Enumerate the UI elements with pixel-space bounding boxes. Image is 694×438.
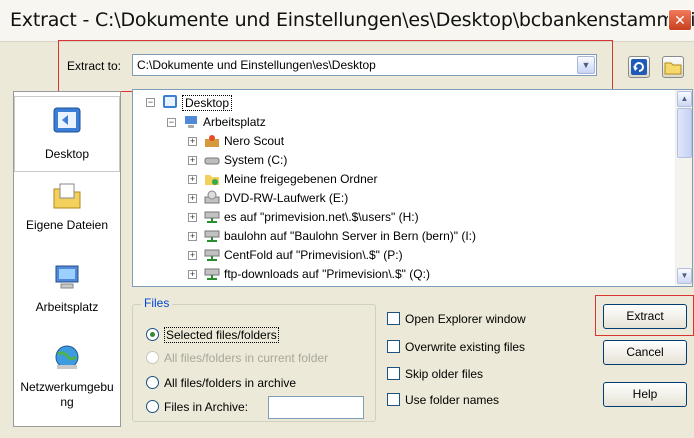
- extract-to-label: Extract to:: [67, 59, 122, 73]
- radio-button: [146, 351, 159, 364]
- place-label: Arbeitsplatz: [35, 300, 99, 314]
- radio-label: All files/folders in archive: [164, 376, 297, 390]
- computer-icon: [55, 265, 79, 289]
- extract-button[interactable]: Extract: [603, 304, 687, 329]
- tree-row[interactable]: + CentFold auf "Primevision\.$" (P:): [133, 247, 673, 266]
- place-documents[interactable]: Eigene Dateien: [14, 176, 120, 246]
- checkbox-label: Use folder names: [405, 393, 500, 407]
- place-label: Desktop: [44, 147, 90, 161]
- files-group-title: Files: [141, 296, 173, 310]
- tree-label: Nero Scout: [224, 134, 285, 148]
- network-icon: [55, 345, 79, 369]
- expand-icon[interactable]: +: [188, 194, 197, 203]
- refresh-folder-button[interactable]: [628, 56, 650, 78]
- scrollbar-thumb[interactable]: [677, 108, 692, 158]
- extract-path-combobox[interactable]: C:\Dokumente und Einstellungen\es\Deskto…: [132, 54, 597, 76]
- checkbox[interactable]: [387, 340, 400, 353]
- dvd-drive-icon: [204, 190, 220, 204]
- radio-label: Selected files/folders: [164, 327, 279, 343]
- desktop-icon: [163, 95, 177, 108]
- extract-to-row: Extract to: C:\Dokumente und Einstellung…: [58, 40, 613, 92]
- close-button[interactable]: ✕: [668, 9, 692, 31]
- radio-current-folder: All files/folders in current folder: [146, 351, 328, 365]
- nero-scout-icon: [205, 135, 219, 147]
- expand-icon[interactable]: +: [188, 232, 197, 241]
- checkbox-label: Overwrite existing files: [405, 340, 526, 354]
- place-computer[interactable]: Arbeitsplatz: [14, 258, 120, 328]
- tree-row[interactable]: − Desktop: [133, 94, 673, 113]
- tree-row[interactable]: − Arbeitsplatz: [133, 114, 673, 133]
- tree-row[interactable]: + Nero Scout: [133, 133, 673, 152]
- title-bar: Extract - C:\Dokumente und Einstellungen…: [0, 0, 694, 42]
- checkbox-label: Open Explorer window: [405, 312, 526, 326]
- place-label: Eigene Dateien: [25, 218, 109, 232]
- radio-all-files[interactable]: All files/folders in archive: [146, 376, 296, 390]
- places-bar: Desktop Eigene Dateien Arbeitsplatz Netz…: [13, 91, 121, 427]
- radio-button[interactable]: [146, 400, 159, 413]
- tree-label: ftp-downloads auf "Primevision\.$" (Q:): [224, 267, 430, 281]
- tree-row[interactable]: + System (C:): [133, 152, 673, 171]
- checkbox-label: Skip older files: [405, 367, 484, 381]
- radio-button[interactable]: [146, 328, 159, 341]
- tree-label: baulohn auf "Baulohn Server in Bern (ber…: [224, 229, 476, 243]
- tree-label: Arbeitsplatz: [203, 115, 266, 129]
- tree-label: DVD-RW-Laufwerk (E:): [224, 191, 349, 205]
- refresh-folder-icon: [631, 59, 647, 75]
- tree-label: Meine freigegebenen Ordner: [224, 172, 378, 186]
- tree-row[interactable]: + baulohn auf "Baulohn Server in Bern (b…: [133, 228, 673, 247]
- radio-files-in-archive[interactable]: Files in Archive:: [146, 400, 248, 414]
- radio-label: Files in Archive:: [164, 400, 249, 414]
- place-label: Netzwerkumgebu ng: [20, 380, 114, 409]
- chevron-down-icon[interactable]: ▼: [577, 56, 595, 74]
- archive-filter-input[interactable]: [268, 396, 364, 419]
- checkbox-folder-names[interactable]: Use folder names: [387, 393, 499, 407]
- expand-icon[interactable]: +: [188, 137, 197, 146]
- checkbox[interactable]: [387, 312, 400, 325]
- scroll-up-icon[interactable]: ▲: [677, 91, 692, 107]
- checkbox[interactable]: [387, 393, 400, 406]
- new-folder-button[interactable]: [662, 56, 684, 78]
- network-drive-icon: [204, 211, 220, 223]
- expand-icon[interactable]: +: [188, 156, 197, 165]
- expand-icon[interactable]: +: [188, 175, 197, 184]
- computer-icon: [185, 116, 197, 128]
- checkbox-skip-older[interactable]: Skip older files: [387, 367, 483, 381]
- place-network[interactable]: Netzwerkumgebu ng: [14, 338, 120, 422]
- tree-row[interactable]: + DVD-RW-Laufwerk (E:): [133, 190, 673, 209]
- checkbox-open-explorer[interactable]: Open Explorer window: [387, 312, 526, 326]
- radio-selected-files[interactable]: Selected files/folders: [146, 327, 279, 343]
- checkbox-overwrite[interactable]: Overwrite existing files: [387, 340, 525, 354]
- shared-folder-icon: [205, 175, 219, 185]
- network-drive-icon: [204, 249, 220, 261]
- tree-row[interactable]: + ftp-downloads auf "Primevision\.$" (Q:…: [133, 266, 673, 285]
- tree-row[interactable]: + es auf "primevision.net\.$\users" (H:): [133, 209, 673, 228]
- scroll-down-icon[interactable]: ▼: [677, 268, 692, 284]
- folder-tree[interactable]: − Desktop − Arbeitsplatz + Nero Scout + …: [132, 89, 693, 287]
- collapse-icon[interactable]: −: [146, 98, 155, 107]
- hard-drive-icon: [204, 157, 220, 165]
- expand-icon[interactable]: +: [188, 270, 197, 279]
- tree-scrollbar[interactable]: ▲ ▼: [675, 90, 692, 286]
- tree-label: CentFold auf "Primevision\.$" (P:): [224, 248, 403, 262]
- radio-button[interactable]: [146, 376, 159, 389]
- tree-label: Desktop: [182, 95, 233, 111]
- tree-row[interactable]: + Meine freigegebenen Ordner: [133, 171, 673, 190]
- expand-icon[interactable]: +: [188, 213, 197, 222]
- documents-folder-icon: [53, 183, 81, 209]
- extract-path-value: C:\Dokumente und Einstellungen\es\Deskto…: [137, 58, 376, 72]
- desktop-icon: [53, 107, 81, 133]
- collapse-icon[interactable]: −: [167, 118, 176, 127]
- tree-label: es auf "primevision.net\.$\users" (H:): [224, 210, 419, 224]
- open-folder-icon: [664, 62, 682, 75]
- expand-icon[interactable]: +: [188, 251, 197, 260]
- network-drive-icon: [204, 268, 220, 280]
- place-desktop[interactable]: Desktop: [14, 96, 120, 172]
- network-drive-icon: [204, 230, 220, 242]
- tree-label: System (C:): [224, 153, 288, 167]
- cancel-button[interactable]: Cancel: [603, 340, 687, 365]
- checkbox[interactable]: [387, 367, 400, 380]
- help-button[interactable]: Help: [603, 382, 687, 407]
- radio-label: All files/folders in current folder: [164, 351, 329, 365]
- window-title: Extract - C:\Dokumente und Einstellungen…: [10, 9, 694, 31]
